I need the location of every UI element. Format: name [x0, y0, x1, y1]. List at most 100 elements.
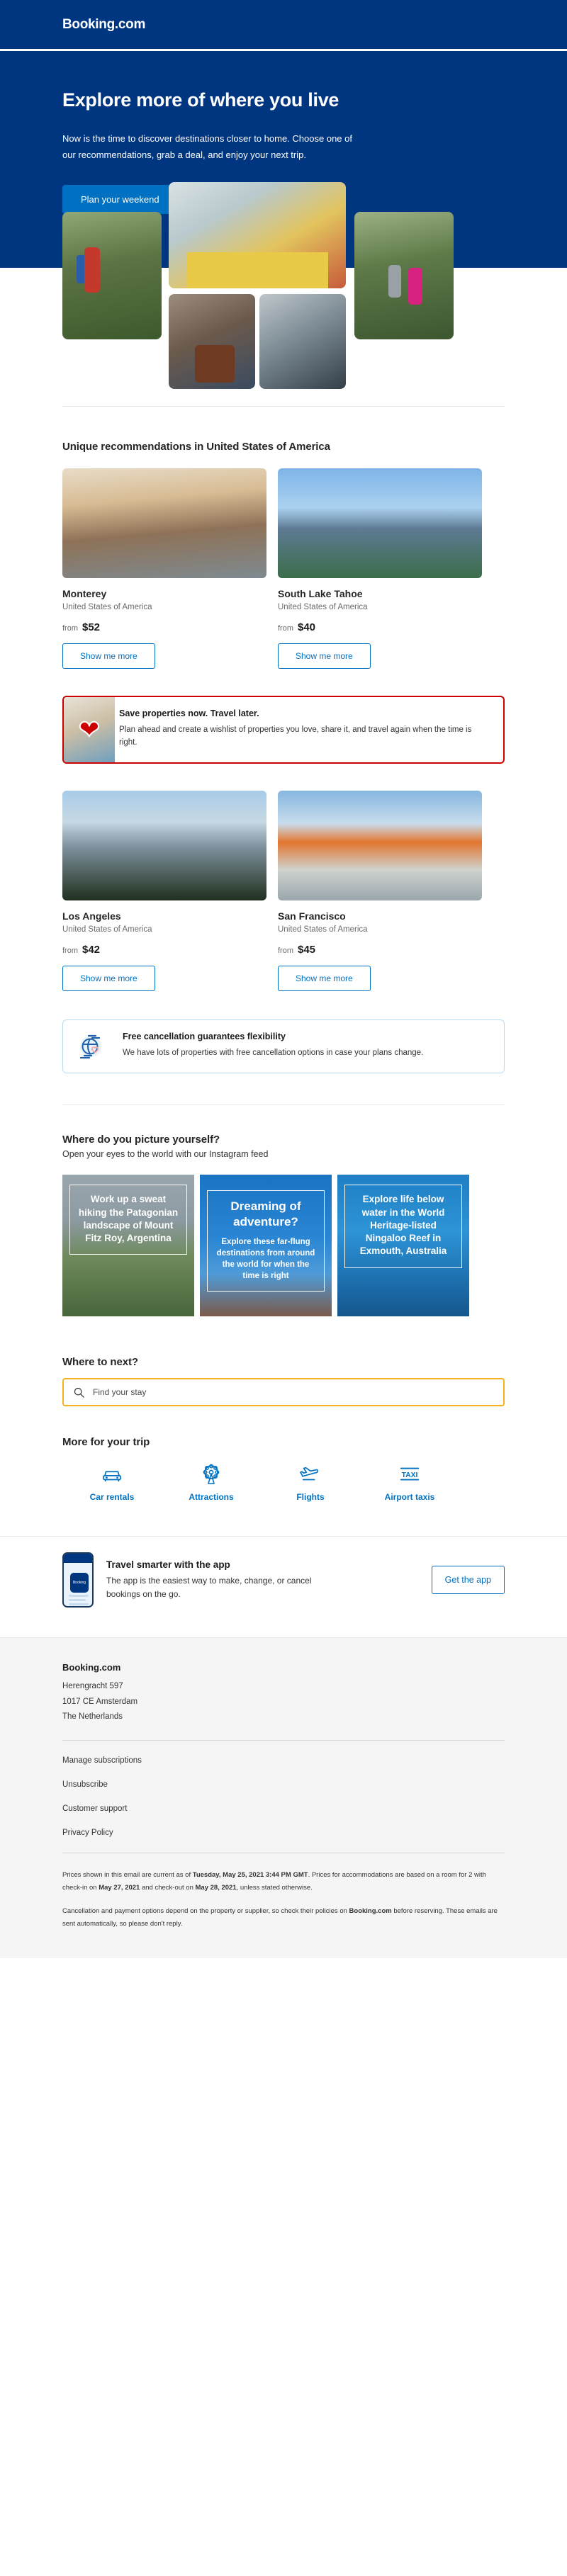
- collage-photo-traveler: [169, 293, 255, 389]
- brand-bar: Booking.com: [0, 0, 567, 51]
- svg-text:TAXI: TAXI: [402, 1471, 418, 1479]
- taxi-icon: TAXI: [400, 1467, 420, 1481]
- price-from-label: from: [62, 947, 78, 956]
- instagram-card[interactable]: Explore life below water in the World He…: [337, 1175, 469, 1317]
- footer-link-privacy-policy[interactable]: Privacy Policy: [62, 1829, 505, 1837]
- instagram-title: Where do you picture yourself?: [62, 1134, 220, 1146]
- footer-link-customer-support[interactable]: Customer support: [62, 1804, 505, 1813]
- instagram-card[interactable]: Work up a sweat hiking the Patagonian la…: [62, 1175, 194, 1317]
- trip-item-flights[interactable]: Flights: [261, 1462, 360, 1502]
- more-for-your-trip-section: More for your trip Car rentals Attractio…: [0, 1436, 567, 1502]
- instagram-card-grid: Work up a sweat hiking the Patagonian la…: [62, 1175, 505, 1317]
- footer-address: Herengracht 597 1017 CE Amsterdam The Ne…: [62, 1679, 505, 1724]
- phone-app-tile: Booking: [70, 1573, 89, 1593]
- destination-price-row: from $52: [62, 621, 266, 633]
- destination-card[interactable]: San Francisco United States of America f…: [278, 791, 482, 992]
- destination-image[interactable]: [62, 791, 266, 901]
- search-icon: [74, 1387, 84, 1398]
- instagram-card-frame: Explore life below water in the World He…: [344, 1185, 462, 1268]
- price-from-label: from: [278, 623, 293, 633]
- phone-illustration: Booking: [62, 1552, 94, 1608]
- price-from-label: from: [62, 623, 78, 633]
- app-promo-title: Travel smarter with the app: [106, 1559, 230, 1570]
- destination-image[interactable]: [278, 791, 482, 901]
- fine-print-seg: and check-out on: [140, 1883, 196, 1892]
- trip-item-label: Car rentals: [89, 1492, 135, 1503]
- instagram-card[interactable]: Dreaming of adventure? Explore these far…: [200, 1175, 332, 1317]
- app-promo-text: The app is the easiest way to make, chan…: [106, 1575, 312, 1599]
- footer: Booking.com Herengracht 597 1017 CE Amst…: [0, 1637, 567, 1959]
- promo-title: Save properties now. Travel later.: [119, 708, 259, 718]
- fine-print-checkin: May 27, 2021: [99, 1883, 140, 1892]
- hero-title: Explore more of where you live: [62, 89, 339, 111]
- footer-address-line-1: Herengracht 597: [62, 1682, 123, 1691]
- collage-photo-children: [354, 211, 454, 339]
- globe-heart-icon: [79, 1035, 101, 1059]
- destination-price: $52: [82, 621, 101, 633]
- wishlist-promo-banner[interactable]: ❤ Save properties now. Travel later. Pla…: [62, 695, 505, 764]
- free-cancellation-banner[interactable]: Free cancellation guarantees flexibility…: [62, 1019, 505, 1074]
- promo-text: Plan ahead and create a wishlist of prop…: [119, 725, 472, 747]
- instagram-card-heading: Dreaming of adventure?: [230, 1199, 301, 1228]
- collage-photo-hiker: [62, 211, 162, 339]
- collage-photo-boy: [259, 293, 346, 389]
- destination-card[interactable]: Los Angeles United States of America fro…: [62, 791, 266, 992]
- instagram-card-heading: Explore life below water in the World He…: [359, 1194, 447, 1257]
- recommendations-section: Unique recommendations in United States …: [0, 441, 567, 1074]
- destination-country: United States of America: [278, 602, 368, 611]
- fine-print-date: Tuesday, May 25, 2021 3:44 PM GMT: [192, 1871, 308, 1880]
- search-box[interactable]: [62, 1378, 505, 1407]
- email-page: Booking.com Explore more of where you li…: [0, 0, 567, 1959]
- instagram-card-body: Explore these far-flung destinations fro…: [216, 1237, 315, 1281]
- destination-card[interactable]: Monterey United States of America from $…: [62, 468, 266, 669]
- fine-print-seg: Prices shown in this email are current a…: [62, 1871, 193, 1880]
- airplane-icon: [300, 1467, 318, 1481]
- collage-photo-friends: [169, 181, 346, 288]
- get-the-app-button[interactable]: Get the app: [431, 1566, 505, 1595]
- footer-divider: [62, 1740, 505, 1741]
- destination-price-row: from $42: [62, 944, 266, 956]
- destination-image[interactable]: [278, 468, 482, 578]
- instagram-card-frame: Work up a sweat hiking the Patagonian la…: [69, 1185, 187, 1255]
- footer-address-line-3: The Netherlands: [62, 1712, 123, 1721]
- footer-link-manage-subscriptions[interactable]: Manage subscriptions: [62, 1756, 505, 1765]
- booking-logo[interactable]: Booking.com: [62, 17, 145, 33]
- destination-country: United States of America: [62, 925, 152, 934]
- footer-address-line-2: 1017 CE Amsterdam: [62, 1697, 138, 1706]
- trip-item-label: Flights: [296, 1492, 325, 1503]
- show-me-more-button[interactable]: Show me more: [278, 643, 371, 669]
- price-from-label: from: [278, 947, 293, 956]
- destination-name: Los Angeles: [62, 910, 121, 922]
- destination-card[interactable]: South Lake Tahoe United States of Americ…: [278, 468, 482, 669]
- fine-print-seg: , unless stated otherwise.: [236, 1883, 313, 1892]
- trip-item-attractions[interactable]: Attractions: [162, 1462, 261, 1502]
- destination-price: $45: [298, 944, 316, 956]
- footer-link-unsubscribe[interactable]: Unsubscribe: [62, 1780, 505, 1789]
- instagram-subtitle: Open your eyes to the world with our Ins…: [62, 1149, 269, 1160]
- more-trip-title: More for your trip: [62, 1436, 150, 1449]
- trip-item-airport-taxis[interactable]: TAXI Airport taxis: [360, 1462, 459, 1502]
- show-me-more-button[interactable]: Show me more: [62, 643, 155, 669]
- show-me-more-button[interactable]: Show me more: [278, 966, 371, 992]
- destination-row-1: Monterey United States of America from $…: [62, 468, 505, 669]
- fine-print-brand: Booking.com: [349, 1907, 392, 1916]
- car-icon: [102, 1471, 122, 1482]
- fine-print-seg: Cancellation and payment options depend …: [62, 1907, 349, 1916]
- destination-country: United States of America: [62, 602, 152, 611]
- recommendations-title: Unique recommendations in United States …: [62, 440, 330, 453]
- instagram-section: Where do you picture yourself? Open your…: [0, 1134, 567, 1317]
- trip-item-car-rentals[interactable]: Car rentals: [62, 1462, 162, 1502]
- show-me-more-button[interactable]: Show me more: [62, 966, 155, 992]
- destination-image[interactable]: [62, 468, 266, 578]
- instagram-card-heading: Work up a sweat hiking the Patagonian la…: [78, 1194, 179, 1244]
- heart-icon: ❤: [78, 714, 101, 744]
- destination-name: Monterey: [62, 587, 107, 599]
- search-input[interactable]: [93, 1387, 493, 1398]
- destination-price: $40: [298, 621, 316, 633]
- ferris-wheel-icon: [203, 1464, 220, 1485]
- more-trip-items: Car rentals Attractions Flights TAXI Air…: [62, 1462, 505, 1502]
- promo-title: Free cancellation guarantees flexibility: [123, 1032, 286, 1042]
- trip-item-label: Airport taxis: [384, 1492, 435, 1503]
- promo-text: We have lots of properties with free can…: [123, 1049, 424, 1058]
- fine-print-prices: Prices shown in this email are current a…: [62, 1869, 505, 1894]
